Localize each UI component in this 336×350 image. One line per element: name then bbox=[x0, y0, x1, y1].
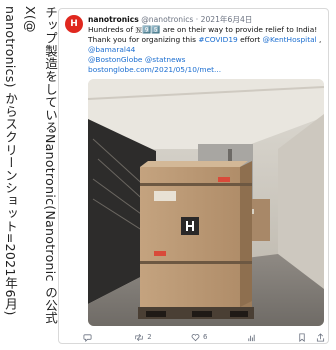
hashtag-link[interactable]: #COVID19 bbox=[198, 35, 237, 44]
text-segment: , bbox=[316, 35, 322, 44]
bookmark-share-group bbox=[298, 332, 325, 342]
author-handle[interactable]: @nanotronics bbox=[141, 15, 193, 24]
views-icon bbox=[248, 334, 255, 341]
like-count: 6 bbox=[203, 333, 208, 341]
tweet-photo[interactable] bbox=[88, 79, 324, 326]
nanotronics-logo-icon: H bbox=[70, 19, 78, 29]
like-button[interactable]: 6 bbox=[191, 333, 207, 342]
vertical-caption: チップ製造をしているNanotronic(Nanotronic の公式X(@ n… bbox=[0, 0, 60, 350]
retweet-button[interactable]: 2 bbox=[134, 333, 152, 342]
share-icon[interactable] bbox=[316, 332, 325, 342]
tweet-card[interactable]: H nanotronics @nanotronics · 2021年6月4日 H… bbox=[58, 8, 329, 344]
tweet-text: Hundreds of 🇳9️⃣5️⃣ are on their way to … bbox=[88, 25, 324, 65]
like-icon bbox=[191, 333, 200, 341]
retweet-count: 2 bbox=[147, 333, 152, 341]
mention-link[interactable]: @bamaral44 bbox=[88, 45, 135, 54]
separator: · bbox=[193, 15, 201, 24]
warehouse-photo bbox=[88, 79, 324, 326]
tweet-header: nanotronics @nanotronics · 2021年6月4日 bbox=[88, 14, 324, 25]
author-name[interactable]: nanotronics bbox=[88, 15, 139, 24]
text-segment: Hundreds of bbox=[88, 25, 136, 34]
mention-link[interactable]: @BostonGlobe bbox=[88, 55, 142, 64]
n95-emoji-icon: 🇳9️⃣5️⃣ bbox=[135, 25, 161, 34]
reply-icon bbox=[83, 333, 92, 342]
retweet-icon bbox=[135, 333, 143, 341]
reply-button[interactable] bbox=[83, 333, 95, 342]
avatar[interactable]: H bbox=[65, 15, 83, 33]
mention-link[interactable]: @KentHospital bbox=[263, 35, 317, 44]
article-link[interactable]: bostonglobe.com/2021/05/10/met... bbox=[88, 65, 221, 74]
tweet-actions: 2 6 bbox=[83, 331, 325, 343]
text-segment: effort bbox=[237, 35, 263, 44]
views-button[interactable] bbox=[247, 333, 259, 342]
mention-link[interactable]: @statnews bbox=[145, 55, 186, 64]
bookmark-icon[interactable] bbox=[298, 332, 306, 342]
caption-line: チップ製造をしているNanotronic(Nanotronic の公式X(@ bbox=[23, 6, 58, 325]
tweet-date[interactable]: 2021年6月4日 bbox=[201, 15, 253, 24]
caption-line: nanotronics) からスクリーンショット=2021年6月) bbox=[3, 6, 18, 316]
